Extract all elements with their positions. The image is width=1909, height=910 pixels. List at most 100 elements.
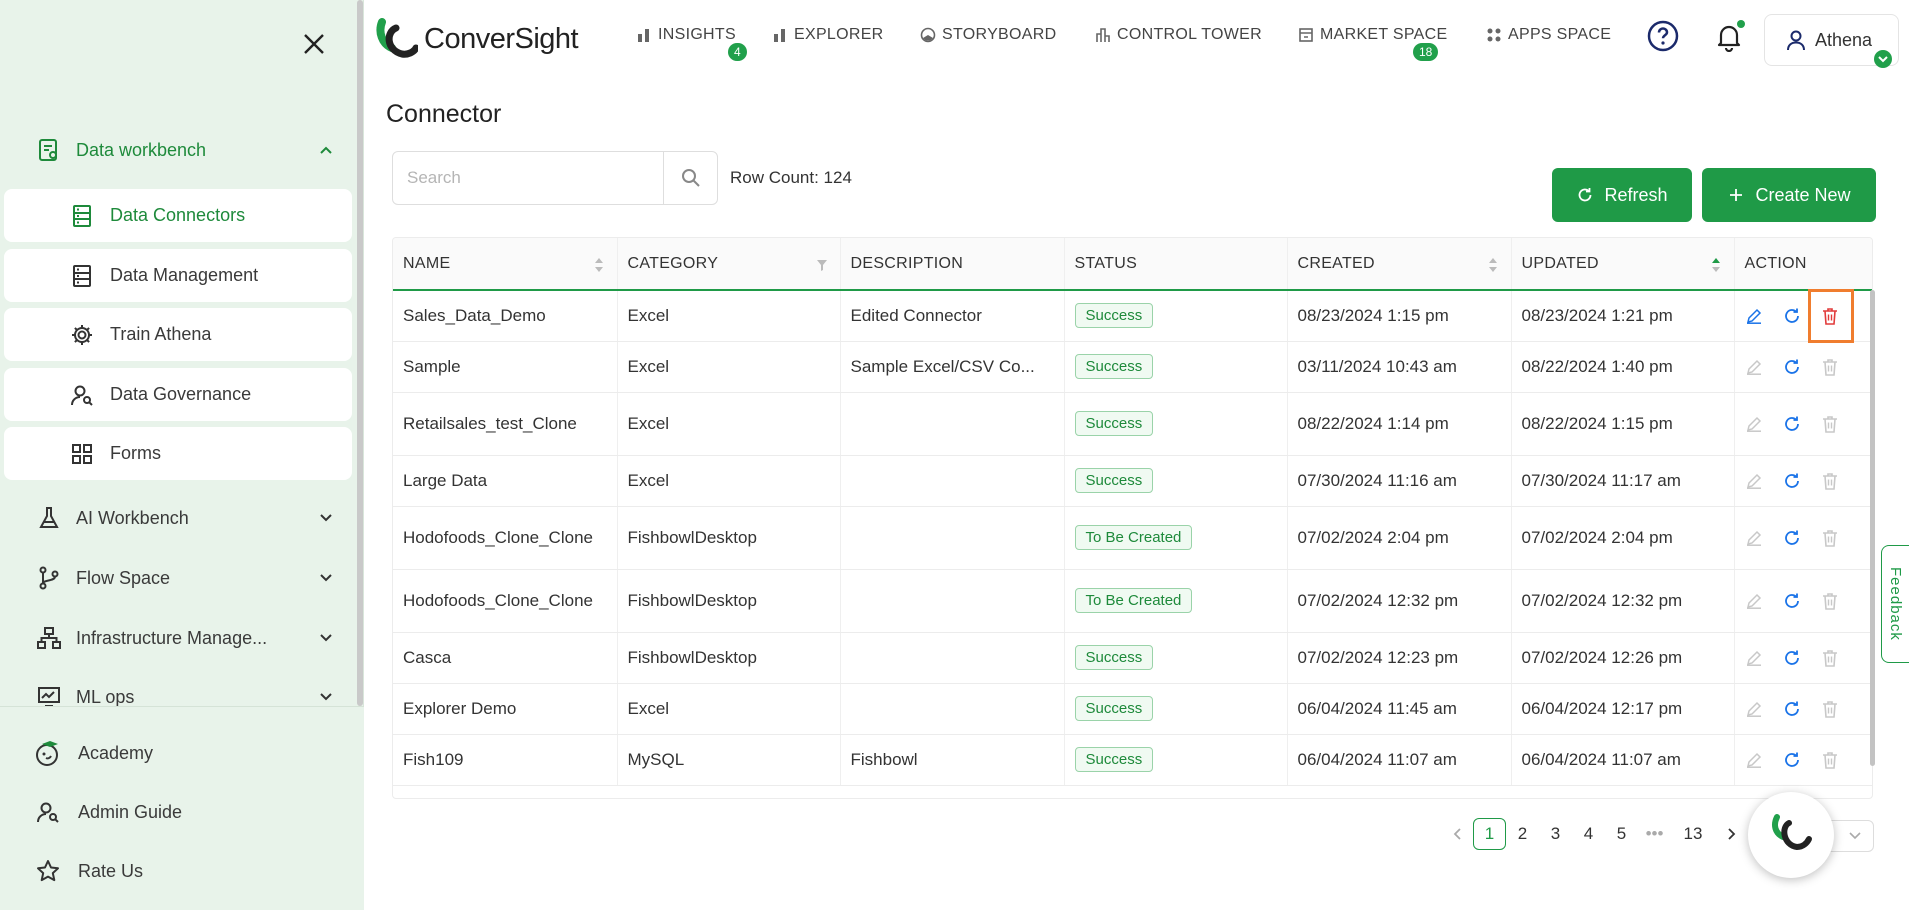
table-row[interactable]: Hodofoods_Clone_Clone FishbowlDesktop To B… xyxy=(393,569,1872,633)
sidebar-section-flow-space[interactable]: Flow Space xyxy=(36,560,336,596)
column-header-updated[interactable]: UPDATED xyxy=(1511,238,1735,291)
refresh-button[interactable]: Refresh xyxy=(1552,168,1692,222)
nav-insights[interactable]: INSIGHTS xyxy=(636,26,736,44)
sidebar-item-label: Data Management xyxy=(110,265,259,285)
sidebar-item-forms[interactable]: Forms xyxy=(4,427,352,480)
table-row[interactable]: Sales_Data_Demo Excel Edited Connector Succ… xyxy=(393,290,1872,342)
refresh-icon[interactable] xyxy=(1783,751,1801,769)
table-row[interactable]: Retailsales_test_Clone Excel Success 08/22/… xyxy=(393,392,1872,456)
edit-icon[interactable] xyxy=(1745,307,1763,325)
cell-name: Large Data xyxy=(393,455,618,507)
column-header-category[interactable]: CATEGORY xyxy=(617,238,841,291)
nav-explorer[interactable]: EXPLORER xyxy=(772,26,884,44)
delete-icon[interactable] xyxy=(1821,649,1839,667)
conversight-logo[interactable]: ConverSight xyxy=(376,18,579,60)
page-button[interactable]: 1 xyxy=(1473,818,1506,850)
sort-ascending-icon[interactable] xyxy=(1710,256,1722,274)
refresh-icon[interactable] xyxy=(1783,592,1801,610)
assistant-chat-button[interactable] xyxy=(1748,792,1834,878)
chevron-down-icon[interactable] xyxy=(316,687,336,707)
refresh-icon[interactable] xyxy=(1783,649,1801,667)
delete-icon[interactable] xyxy=(1821,415,1839,433)
edit-icon[interactable] xyxy=(1745,592,1763,610)
delete-icon[interactable] xyxy=(1821,592,1839,610)
sidebar-item-rate-us[interactable]: Rate Us xyxy=(34,853,143,889)
next-page-button[interactable] xyxy=(1715,818,1748,850)
column-header-name[interactable]: NAME xyxy=(393,238,618,291)
sidebar-section-ai-workbench[interactable]: AI Workbench xyxy=(36,500,336,536)
sidebar-item-admin-guide[interactable]: Admin Guide xyxy=(34,794,182,830)
filter-icon[interactable] xyxy=(816,256,828,274)
feedback-tab[interactable]: Feedback xyxy=(1881,545,1909,663)
page-button[interactable]: 13 xyxy=(1671,818,1715,850)
edit-icon[interactable] xyxy=(1745,751,1763,769)
edit-icon[interactable] xyxy=(1745,472,1763,490)
search-input[interactable] xyxy=(393,152,663,204)
sidebar-item-academy[interactable]: Academy xyxy=(34,735,153,771)
page-button[interactable]: 3 xyxy=(1539,818,1572,850)
refresh-icon[interactable] xyxy=(1783,358,1801,376)
nav-control-tower[interactable]: CONTROL TOWER xyxy=(1095,26,1262,44)
nav-storyboard[interactable]: STORYBOARD xyxy=(920,26,1056,44)
edit-icon[interactable] xyxy=(1745,415,1763,433)
cell-status: To Be Created xyxy=(1064,569,1288,633)
sidebar-item-data-connectors[interactable]: Data Connectors xyxy=(4,189,352,242)
help-icon[interactable] xyxy=(1647,20,1679,52)
sort-icon[interactable] xyxy=(593,256,605,274)
table-row[interactable]: Explorer Demo Excel Success 06/04/2024 11:4… xyxy=(393,683,1872,735)
sidebar-section-label: AI Workbench xyxy=(76,507,189,528)
sidebar-item-train-athena[interactable]: Train Athena xyxy=(4,308,352,361)
user-menu-chevron-down-icon[interactable] xyxy=(1874,50,1892,68)
delete-icon[interactable] xyxy=(1821,529,1839,547)
table-row[interactable]: Fish109 MySQL Fishbowl Success 06/04/2024 11… xyxy=(393,734,1872,786)
nav-market-space[interactable]: MARKET SPACE xyxy=(1298,26,1447,44)
search-button[interactable] xyxy=(663,152,717,204)
table-scrollbar[interactable] xyxy=(1870,290,1875,766)
delete-icon[interactable] xyxy=(1821,472,1839,490)
edit-icon[interactable] xyxy=(1745,529,1763,547)
infrastructure-icon xyxy=(36,625,62,651)
chevron-up-icon[interactable] xyxy=(316,140,336,160)
refresh-icon[interactable] xyxy=(1783,472,1801,490)
chevron-down-icon[interactable] xyxy=(316,628,336,648)
page-button[interactable]: 5 xyxy=(1605,818,1638,850)
cell-created-text: 08/23/2024 1:15 pm xyxy=(1297,305,1449,325)
delete-icon[interactable] xyxy=(1821,700,1839,718)
table-row[interactable]: Large Data Excel Success 07/30/2024 11:16 a… xyxy=(393,455,1872,507)
create-new-button[interactable]: Create New xyxy=(1702,168,1876,222)
column-header-description[interactable]: DESCRIPTION xyxy=(840,238,1065,291)
column-header-status[interactable]: STATUS xyxy=(1064,238,1288,291)
sort-icon[interactable] xyxy=(1487,256,1499,274)
sidebar-item-data-governance[interactable]: Data Governance xyxy=(4,368,352,421)
prev-page-button[interactable] xyxy=(1440,818,1473,850)
chevron-down-icon[interactable] xyxy=(316,508,336,528)
table-row[interactable]: Hodofoods_Clone_Clone FishbowlDesktop To B… xyxy=(393,506,1872,570)
refresh-icon[interactable] xyxy=(1783,307,1801,325)
page-button[interactable]: 4 xyxy=(1572,818,1605,850)
delete-icon[interactable] xyxy=(1821,751,1839,769)
sidebar-section-data-workbench[interactable]: Data workbench xyxy=(36,132,336,168)
nav-apps-space[interactable]: APPS SPACE xyxy=(1486,26,1611,44)
sidebar-scrollbar[interactable] xyxy=(357,0,363,706)
edit-icon[interactable] xyxy=(1745,649,1763,667)
sidebar-section-infrastructure[interactable]: Infrastructure Manage... xyxy=(36,620,336,656)
dashboard-icon xyxy=(920,27,936,43)
delete-icon[interactable] xyxy=(1821,358,1839,376)
cell-name-text: Hodofoods_Clone_Clone xyxy=(403,590,593,610)
page-button[interactable]: 2 xyxy=(1506,818,1539,850)
sidebar-item-label: Academy xyxy=(78,742,154,763)
edit-icon[interactable] xyxy=(1745,700,1763,718)
cell-category: Excel xyxy=(617,392,841,456)
column-header-created[interactable]: CREATED xyxy=(1287,238,1512,291)
refresh-icon[interactable] xyxy=(1783,415,1801,433)
close-sidebar-button[interactable] xyxy=(296,26,332,62)
refresh-icon[interactable] xyxy=(1783,700,1801,718)
table-row[interactable]: Sample Excel Sample Excel/CSV Co... Success… xyxy=(393,341,1872,393)
sidebar-item-data-management[interactable]: Data Management xyxy=(4,249,352,302)
chevron-down-icon[interactable] xyxy=(316,568,336,588)
refresh-icon[interactable] xyxy=(1783,529,1801,547)
edit-icon[interactable] xyxy=(1745,358,1763,376)
page-ellipsis[interactable]: ••• xyxy=(1638,818,1671,850)
table-row[interactable]: Casca FishbowlDesktop Success 07/02/2024 12… xyxy=(393,632,1872,684)
close-icon[interactable] xyxy=(302,32,326,56)
